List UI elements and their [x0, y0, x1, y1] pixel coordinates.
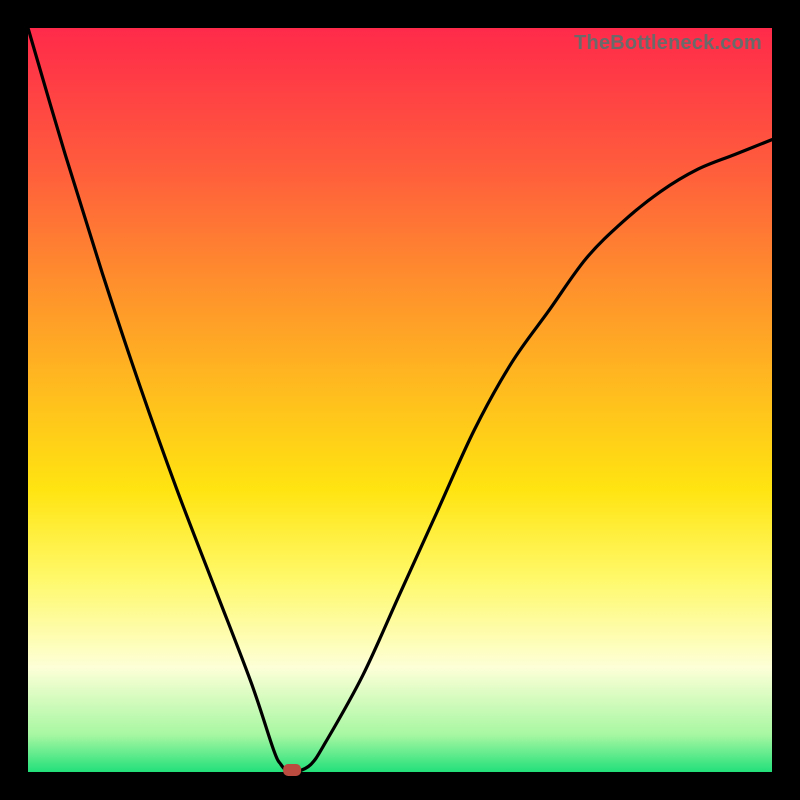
curve-layer — [28, 28, 772, 772]
plot-area: TheBottleneck.com — [28, 28, 772, 772]
optimum-marker — [283, 764, 301, 776]
chart-frame: TheBottleneck.com — [0, 0, 800, 800]
bottleneck-curve — [28, 28, 772, 773]
